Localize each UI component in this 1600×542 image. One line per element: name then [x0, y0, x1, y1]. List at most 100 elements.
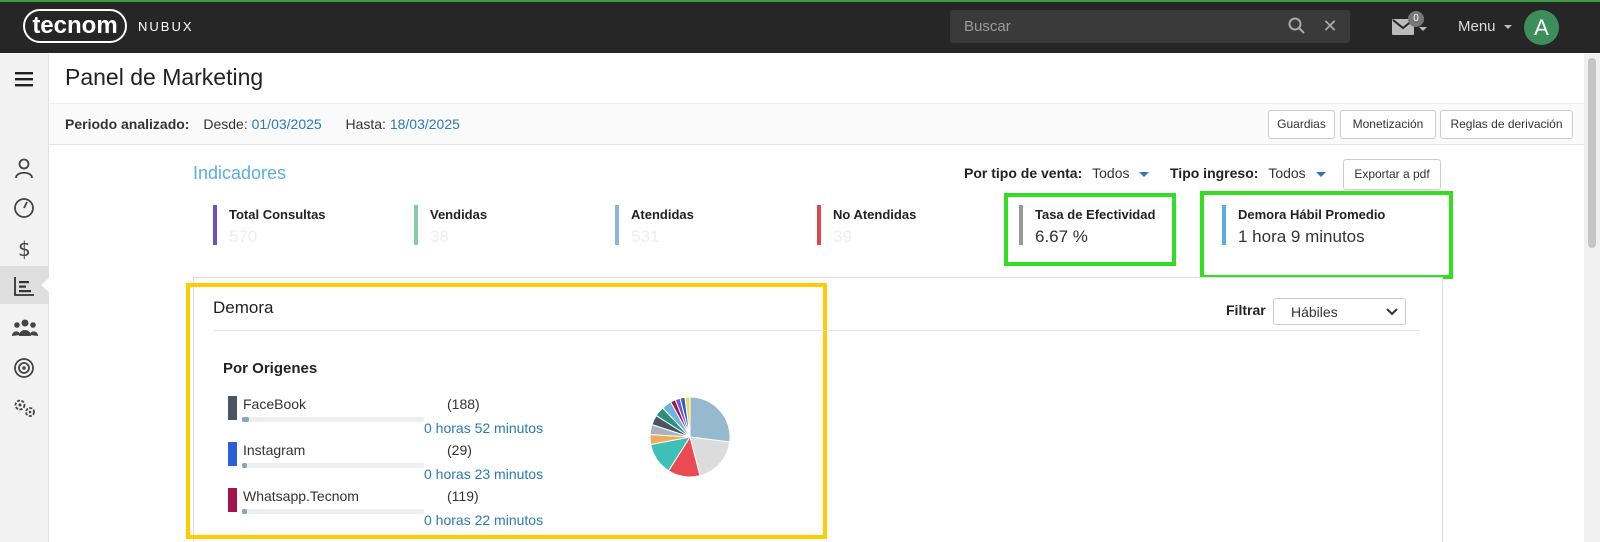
- dollar-icon: $: [18, 237, 31, 259]
- origin-time[interactable]: 0 horas 52 minutos: [424, 420, 543, 436]
- chevron-down-icon: [1503, 25, 1512, 30]
- origin-progress-track: [242, 463, 424, 468]
- menu-label: Menu: [1458, 18, 1496, 35]
- search-icon[interactable]: [1287, 16, 1307, 36]
- origin-name: Whatsapp.Tecnom: [243, 488, 359, 504]
- origin-row: Whatsapp.Tecnom (119) 0 horas 22 minutos: [228, 488, 548, 530]
- origin-progress-fill: [242, 417, 250, 422]
- origins-pie-chart: [649, 396, 731, 478]
- kpi-color-bar: [213, 205, 217, 245]
- origin-count: (188): [447, 396, 480, 412]
- sidebar-item-teams[interactable]: [0, 308, 49, 346]
- kpi-label: Total Consultas: [229, 207, 326, 222]
- sidebar-item-settings[interactable]: [0, 388, 49, 426]
- to-date[interactable]: 18/03/2025: [390, 116, 460, 132]
- messages-dropdown[interactable]: 0: [1392, 11, 1428, 39]
- filter-label: Filtrar: [1226, 302, 1266, 318]
- origin-count: (29): [447, 442, 472, 458]
- hamburger-icon: [15, 72, 33, 87]
- sidebar: $: [0, 54, 49, 542]
- indicators-title: Indicadores: [193, 163, 287, 183]
- period-bar: Periodo analizado: Desde: 01/03/2025 Has…: [49, 103, 1584, 145]
- sidebar-item-users[interactable]: [0, 148, 49, 186]
- income-type-value: Todos: [1268, 165, 1306, 181]
- kpi-vendidas: Vendidas 38: [414, 205, 584, 247]
- kpi-label: No Atendidas: [833, 207, 917, 222]
- divider: [213, 330, 1420, 331]
- page-title: Panel de Marketing: [65, 64, 264, 90]
- period-summary: Periodo analizado: Desde: 01/03/2025 Has…: [65, 116, 460, 132]
- income-type-label: Tipo ingreso:: [1170, 165, 1259, 181]
- main-menu-dropdown[interactable]: Menu: [1458, 18, 1512, 35]
- pie-slice[interactable]: [689, 396, 731, 443]
- sidebar-item-integrations[interactable]: [0, 348, 49, 386]
- origin-row: Instagram (29) 0 horas 23 minutos: [228, 442, 548, 484]
- from-label: Desde:: [203, 116, 248, 132]
- brand-product: NUBUX: [138, 19, 194, 34]
- chevron-down-icon: [1386, 308, 1398, 316]
- group-icon: [12, 319, 38, 336]
- sale-type-filter[interactable]: Por tipo de venta: Todos: [964, 165, 1150, 181]
- clear-search-icon[interactable]: ✕: [1320, 14, 1340, 38]
- bar-chart-icon: [14, 277, 34, 296]
- origin-row: FaceBook (188) 0 horas 52 minutos: [228, 396, 548, 438]
- sale-type-label: Por tipo de venta:: [964, 165, 1083, 181]
- origin-time[interactable]: 0 horas 22 minutos: [424, 512, 543, 528]
- mail-count-badge: 0: [1408, 11, 1424, 27]
- user-icon: [15, 158, 33, 179]
- origin-progress-track: [242, 417, 424, 422]
- time-filter-value: Hábiles: [1291, 304, 1338, 320]
- brand-logo[interactable]: tecnom: [23, 9, 127, 43]
- origin-progress-fill: [242, 509, 248, 514]
- monetizacion-button[interactable]: Monetización: [1340, 110, 1436, 139]
- hamburger-menu-button[interactable]: [0, 60, 49, 98]
- active-pointer-icon: [41, 278, 49, 292]
- kpi-label: Vendidas: [430, 207, 488, 222]
- from-date[interactable]: 01/03/2025: [252, 116, 322, 132]
- top-navbar: tecnom NUBUX ✕ 0 Menu A: [0, 2, 1600, 53]
- origin-progress-fill: [242, 463, 248, 468]
- search-box: ✕: [950, 10, 1350, 43]
- origin-color-swatch: [228, 488, 237, 512]
- caret-down-icon: [1315, 171, 1326, 177]
- search-input[interactable]: [950, 10, 1280, 43]
- svg-text:$: $: [18, 237, 31, 259]
- origin-name: FaceBook: [243, 396, 307, 412]
- kpi-label: Atendidas: [631, 207, 694, 222]
- sidebar-item-reports[interactable]: [0, 266, 49, 304]
- kpi-value: 38: [430, 227, 449, 246]
- user-avatar[interactable]: A: [1524, 10, 1559, 45]
- chevron-down-icon: [1419, 27, 1427, 31]
- origins-title: Por Origenes: [223, 360, 318, 377]
- kpi-value: 39: [833, 227, 852, 246]
- sidebar-item-sales[interactable]: $: [0, 228, 49, 266]
- export-pdf-button[interactable]: Exportar a pdf: [1343, 159, 1441, 190]
- sidebar-item-dashboard[interactable]: [0, 188, 49, 226]
- origin-name: Instagram: [243, 442, 306, 458]
- to-label: Hasta:: [345, 116, 386, 132]
- highlight-box-efectividad: [1004, 193, 1176, 266]
- gears-icon: [14, 399, 35, 417]
- sale-type-value: Todos: [1092, 165, 1130, 181]
- guardias-button[interactable]: Guardias: [1268, 110, 1335, 139]
- origin-time[interactable]: 0 horas 23 minutos: [424, 466, 543, 482]
- kpi-atendidas: Atendidas 531: [615, 205, 785, 247]
- time-filter-select[interactable]: Hábiles: [1273, 298, 1406, 325]
- income-type-filter[interactable]: Tipo ingreso: Todos: [1170, 165, 1326, 181]
- origin-count: (119): [447, 488, 479, 504]
- kpi-no-atendidas: No Atendidas 39: [817, 205, 987, 247]
- page-scrollbar[interactable]: [1584, 54, 1600, 542]
- caret-down-icon: [1139, 171, 1150, 177]
- kpi-value: 570: [229, 227, 258, 246]
- demora-title: Demora: [213, 298, 274, 317]
- origin-color-swatch: [228, 396, 237, 420]
- period-label: Periodo analizado:: [65, 116, 190, 132]
- scrollbar-thumb[interactable]: [1588, 58, 1596, 248]
- origin-progress-track: [242, 509, 424, 514]
- kpi-total-consultas: Total Consultas 570: [213, 205, 383, 247]
- reglas-derivacion-button[interactable]: Reglas de derivación: [1440, 110, 1573, 139]
- highlight-box-demora: [1200, 191, 1453, 279]
- kpi-color-bar: [615, 205, 619, 245]
- gauge-icon: [14, 198, 34, 218]
- target-icon: [14, 358, 34, 378]
